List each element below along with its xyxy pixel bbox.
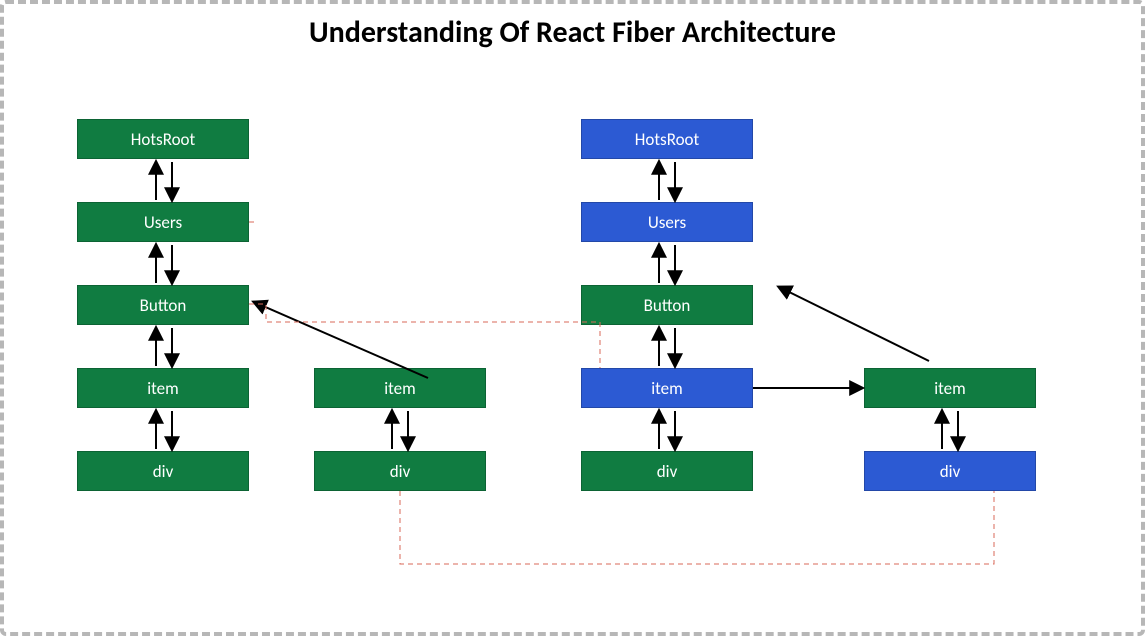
right-users: Users <box>581 202 753 242</box>
right-div-b: div <box>864 451 1036 491</box>
right-div-a: div <box>581 451 753 491</box>
left-item-a: item <box>77 368 249 408</box>
diagram-title: Understanding Of React Fiber Architectur… <box>4 14 1141 51</box>
right-item-b: item <box>864 368 1036 408</box>
right-hotsroot: HotsRoot <box>581 119 753 159</box>
left-users: Users <box>77 202 249 242</box>
diagram-frame: Understanding Of React Fiber Architectur… <box>0 0 1145 636</box>
left-div-a: div <box>77 451 249 491</box>
right-item-a: item <box>581 368 753 408</box>
right-button: Button <box>581 285 753 325</box>
left-div-b: div <box>314 451 486 491</box>
left-item-b: item <box>314 368 486 408</box>
left-button: Button <box>77 285 249 325</box>
left-hotsroot: HotsRoot <box>77 119 249 159</box>
